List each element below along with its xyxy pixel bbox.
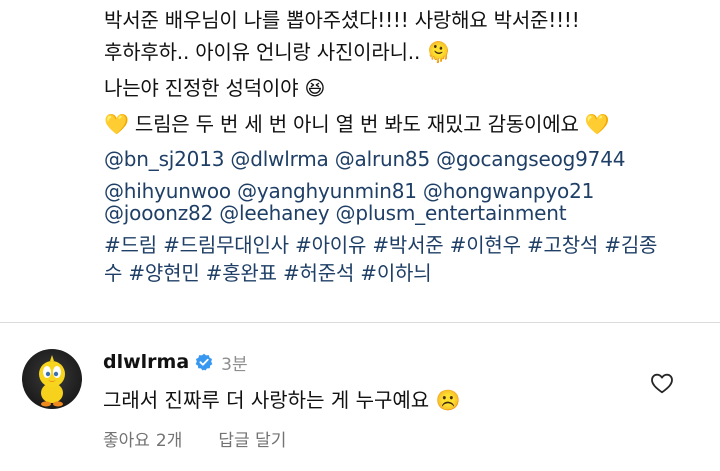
yellow-heart-icon: 💛 [104,112,129,136]
reply-button[interactable]: 답글 달기 [218,426,286,451]
caption-line-4: 💛 드림은 두 번 세 번 아니 열 번 봐도 재밌고 감동이에요 💛 [104,110,610,138]
caption-text: 드림은 두 번 세 번 아니 열 번 봐도 재밌고 감동이에요 [134,112,579,136]
like-count[interactable]: 2개 [156,426,182,451]
comment-header: dlwlrma 3분 [103,349,248,375]
comment-item: dlwlrma 3분 그래서 진짜루 더 사랑하는 게 누구예요 ☹️ 좋아요 … [0,323,720,471]
hashtags-line-2[interactable]: 수 #양현민 #홍완표 #허준석 #이하늬 [104,259,432,287]
caption-line-2: 후하후하.. 아이유 언니랑 사진이라니.. 🫠 [104,38,451,66]
heart-outline-icon[interactable] [650,372,674,394]
mentions-line-1[interactable]: @bn_sj2013 @dlwlrma @alrun85 @gocangseog… [104,145,625,173]
hashtags-line-1[interactable]: #드림 #드림무대인사 #아이유 #박서준 #이현우 #고창석 #김종 [104,231,657,259]
tweety-avatar-icon [39,355,65,407]
caption-text: 후하후하.. 아이유 언니랑 사진이라니.. [104,40,421,64]
avatar[interactable] [22,349,82,409]
comment-actions: 좋아요 2개 답글 달기 [103,426,286,451]
comment-text: 그래서 진짜루 더 사랑하는 게 누구예요 [103,388,430,412]
melting-face-icon: 🫠 [426,40,451,64]
like-label[interactable]: 좋아요 [103,426,150,451]
verified-badge-icon [195,353,213,371]
laughing-face-icon: 😆 [304,76,326,100]
frowning-face-icon: ☹️ [435,388,461,412]
yellow-heart-icon: 💛 [584,112,610,136]
comment-text-row: 그래서 진짜루 더 사랑하는 게 누구예요 ☹️ [103,386,460,414]
caption-line-1: 박서준 배우님이 나를 뽑아주셨다!!!! 사랑해요 박서준!!!! [104,8,580,32]
caption-line-3: 나는야 진정한 성덕이야 😆 [104,74,325,102]
mentions-line-3[interactable]: @jooonz82 @leehaney @plusm_entertainment [104,199,567,227]
comment-timestamp: 3분 [221,354,248,375]
caption-text: 나는야 진정한 성덕이야 [104,76,299,100]
comment-username[interactable]: dlwlrma [103,351,189,373]
